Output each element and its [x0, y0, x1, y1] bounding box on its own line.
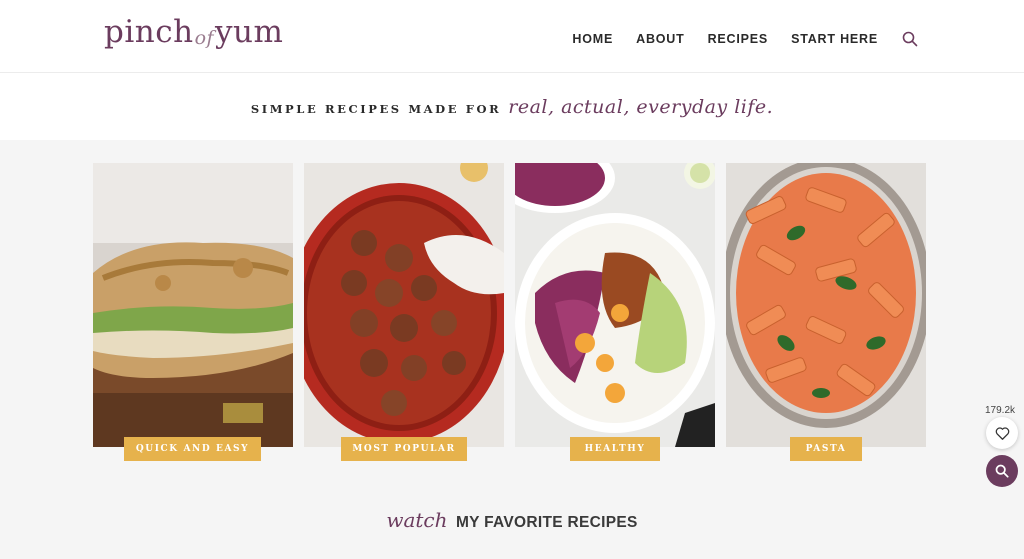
category-label-most-popular[interactable]: MOST POPULAR [341, 437, 467, 461]
nav-recipes[interactable]: RECIPES [708, 32, 768, 46]
favorite-recipes-title: MY FAVORITE RECIPES [455, 514, 638, 531]
search-icon[interactable] [902, 31, 918, 47]
nav-about[interactable]: ABOUT [636, 32, 684, 46]
tagline-script: real, actual, everyday life. [508, 95, 774, 118]
healthy-bowl-photo [515, 163, 715, 447]
favorite-button[interactable] [986, 417, 1018, 449]
watch-script: watch [386, 508, 448, 532]
sandwich-photo [93, 163, 293, 447]
category-label-pasta[interactable]: PASTA [790, 437, 862, 461]
meatballs-photo [304, 163, 504, 447]
nav-home[interactable]: HOME [572, 32, 613, 46]
nav-start-here[interactable]: START HERE [791, 32, 878, 46]
category-card-pasta[interactable] [726, 163, 926, 447]
main-nav: HOME ABOUT RECIPES START HERE [549, 31, 918, 47]
heart-icon [995, 427, 1009, 440]
floating-search-button[interactable] [986, 455, 1018, 487]
logo-pinch: pinch [104, 14, 194, 50]
logo-of: of [194, 27, 215, 49]
logo-yum: yum [215, 14, 284, 50]
site-header: pinchofyum HOME ABOUT RECIPES START HERE [0, 0, 1024, 73]
category-label-healthy[interactable]: HEALTHY [570, 437, 660, 461]
section-heading-favorites: watch MY FAVORITE RECIPES [0, 508, 1024, 532]
category-label-quick-and-easy[interactable]: QUICK AND EASY [124, 437, 261, 461]
category-card-most-popular[interactable] [304, 163, 504, 447]
search-icon [995, 464, 1009, 478]
favorites-count: 179.2k [985, 405, 1016, 416]
tagline-bar: SIMPLE RECIPES MADE FOR real, actual, ev… [0, 73, 1024, 140]
site-logo[interactable]: pinchofyum [104, 14, 283, 50]
tagline-plain: SIMPLE RECIPES MADE FOR [250, 101, 502, 116]
category-card-quick-and-easy[interactable] [93, 163, 293, 447]
category-card-healthy[interactable] [515, 163, 715, 447]
pasta-photo [726, 163, 926, 447]
